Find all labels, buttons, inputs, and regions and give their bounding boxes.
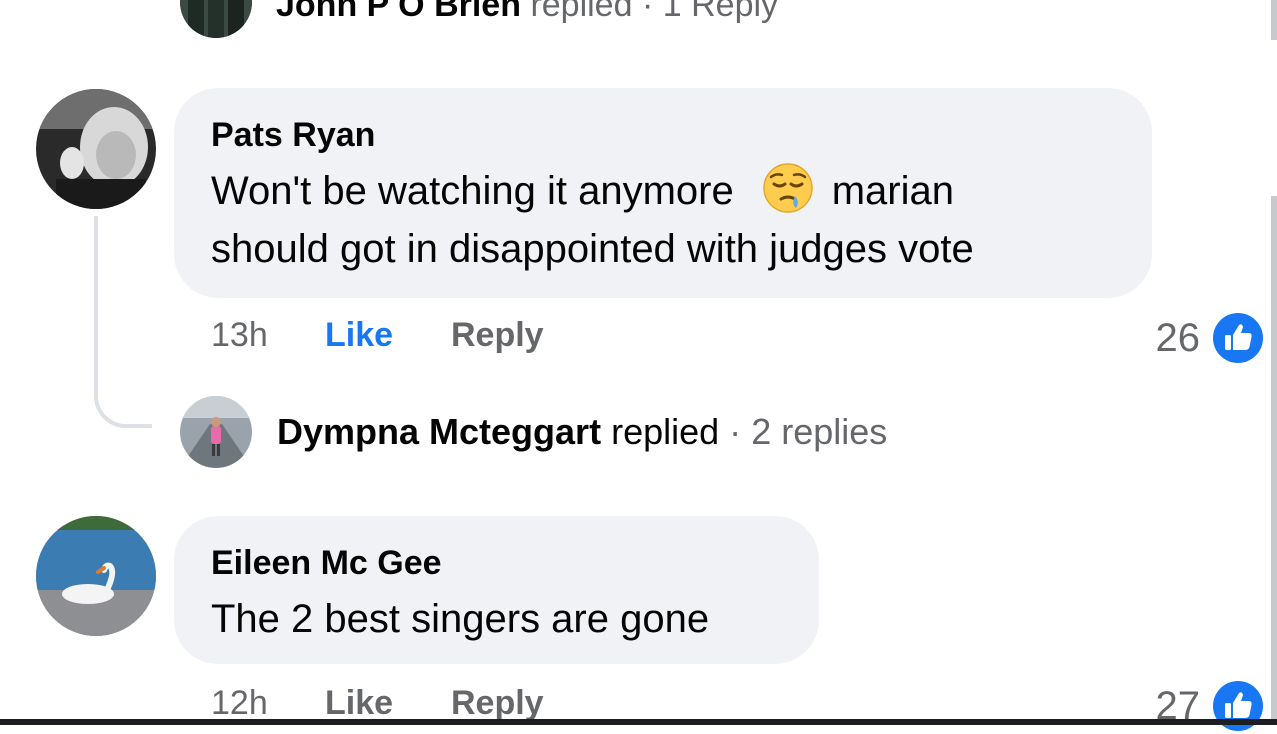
thread-connector-line	[94, 216, 152, 428]
comment-bubble[interactable]: Eileen Mc Gee The 2 best singers are gon…	[174, 516, 819, 664]
comment-timestamp[interactable]: 12h	[211, 684, 325, 723]
top-reply-count[interactable]: 1 Reply	[663, 0, 778, 24]
bottom-border	[0, 719, 1277, 725]
john-obrien-avatar[interactable]	[180, 0, 252, 38]
like-button[interactable]: Like	[325, 684, 451, 723]
top-reply-summary[interactable]: John P O Brien replied · 1 Reply	[276, 0, 778, 25]
reply-button[interactable]: Reply	[451, 684, 544, 723]
reaction-summary[interactable]: 26	[1155, 310, 1266, 366]
pats-ryan-avatar[interactable]	[36, 89, 156, 209]
comment-text-line1: Won't be watching it anymore	[211, 169, 734, 213]
reaction-count: 26	[1155, 315, 1201, 360]
comment-text-line2: should got in disappointed with judges v…	[211, 227, 974, 271]
eileen-mcgee-avatar[interactable]	[36, 516, 156, 636]
top-reply-action: replied	[530, 0, 633, 24]
scrollbar-track-top	[1271, 0, 1277, 40]
dympna-mcteggart-avatar[interactable]	[180, 396, 252, 468]
reply-summary-count[interactable]: 2 replies	[751, 411, 887, 452]
comment-text: Won't be watching it anymore marian shou…	[211, 162, 1116, 278]
comment-text: The 2 best singers are gone	[211, 597, 710, 641]
reply-summary-name[interactable]: Dympna Mcteggart	[277, 411, 601, 452]
comment-text-line1-after: marian	[831, 169, 954, 213]
reply-summary[interactable]: Dympna Mcteggart replied · 2 replies	[277, 411, 887, 453]
comment-author[interactable]: Eileen Mc Gee	[211, 542, 783, 584]
comment-author[interactable]: Pats Ryan	[211, 114, 1116, 156]
comment-actions: 12h Like Reply	[211, 684, 544, 723]
like-reaction-icon	[1210, 678, 1266, 734]
like-button[interactable]: Like	[325, 316, 451, 355]
comment-actions: 13h Like Reply	[211, 316, 544, 355]
reaction-summary[interactable]: 27	[1156, 678, 1266, 734]
reply-summary-action: replied	[611, 411, 720, 452]
top-reply-separator: ·	[641, 0, 654, 24]
like-reaction-icon	[1210, 310, 1266, 366]
comment-timestamp[interactable]: 13h	[211, 316, 325, 355]
sleepy-face-icon	[762, 162, 814, 214]
scrollbar-thumb[interactable]	[1271, 196, 1277, 725]
comment-bubble[interactable]: Pats Ryan Won't be watching it anymore m…	[174, 88, 1152, 298]
top-reply-name[interactable]: John P O Brien	[276, 0, 521, 24]
reply-button[interactable]: Reply	[451, 316, 544, 355]
reply-summary-separator: ·	[729, 411, 742, 452]
